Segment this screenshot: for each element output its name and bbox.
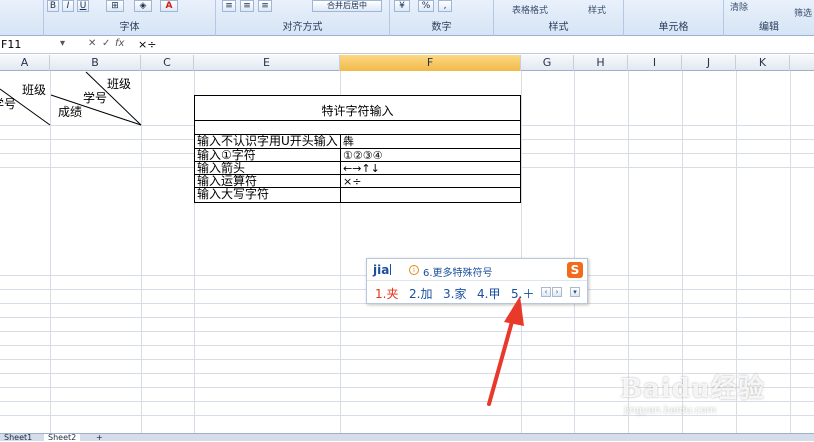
sogou-logo-icon[interactable]: S [567,262,583,278]
table-row-value: ×÷ [343,175,362,188]
align-center-icon: ≡ [243,1,251,11]
font-color-button[interactable]: A [160,0,178,12]
ribbon-group-label: 字体 [119,22,140,33]
ime-candidate[interactable]: 3.家 [443,285,466,302]
align-right-icon: ≡ [261,1,269,11]
font-color-icon: A [165,1,173,11]
cell-b-score: 成绩 [58,105,83,119]
ime-candidate[interactable]: 5.＋ [511,285,534,302]
table-format-button[interactable]: 表格格式 [512,3,548,16]
bold-button[interactable]: B [47,0,59,12]
info-icon: i [409,265,419,275]
ribbon: B I U ⊞ ◈ A 字体 ≡ ≡ ≡ 合并后居中 对齐方式 ¥ % , 数字… [0,0,814,36]
sheet-tab-bar: Sheet1 Sheet2 + [0,433,814,442]
ime-expand-icon[interactable]: ▾ [570,287,580,297]
grid-line [0,359,814,360]
cell-b-class: 班级 [107,77,132,91]
function-icon[interactable]: fx [115,38,124,49]
border-icon: ⊞ [111,1,119,11]
column-header-j[interactable]: J [682,55,736,71]
align-left-button[interactable]: ≡ [222,0,236,12]
cell-a-class: 班级 [22,83,47,97]
clear-button[interactable]: 清除 [730,0,748,13]
ime-prev-page-icon[interactable]: ‹ [541,287,551,297]
table-blank-row [195,121,520,135]
column-header-c[interactable]: C [141,55,194,71]
watermark-sub-text: jingyan.baidu.com [624,405,717,416]
percent-button[interactable]: % [418,0,434,12]
ribbon-group-alignment: ≡ ≡ ≡ 合并后居中 对齐方式 [216,0,390,36]
pinyin-text: jia [373,263,390,277]
merge-center-button[interactable]: 合并后居中 [312,0,382,12]
ribbon-group-label: 单元格 [658,22,689,33]
ime-candidate-window[interactable]: jia i 6.更多特殊符号 S 1.夹 2.加 3.家 4.甲 5.＋ ‹ ›… [366,258,588,304]
ribbon-group-label: 编辑 [759,22,779,33]
dropdown-icon[interactable]: ▾ [60,38,65,49]
cell-a-label: 学号 [0,97,17,111]
column-header-k[interactable]: K [736,55,790,71]
align-center-button[interactable]: ≡ [240,0,254,12]
underline-button[interactable]: U [77,0,89,12]
ribbon-group-label: 数字 [431,22,452,33]
baidu-watermark: Baidu经验 jingyan.baidu.com [620,368,765,416]
text-caret [390,264,392,275]
cell-style-button[interactable]: 样式 [588,3,606,16]
column-header-i[interactable]: I [628,55,682,71]
watermark-main-text: Baidu经验 [620,374,765,404]
special-char-table: 特许字符输入 输入不认识字用U开头输入 犇 输入①字符 ①②③④ 输入箭头 ←→… [194,95,521,203]
currency-icon: ¥ [399,1,405,11]
column-header-a[interactable]: A [0,55,50,71]
ribbon-group-font: B I U ⊞ ◈ A 字体 [44,0,216,36]
table-row-value: ←→↑↓ [343,162,380,175]
table-row[interactable]: 输入大写字符 [195,188,520,202]
table-row-label: 输入大写字符 [197,187,270,201]
fill-color-button[interactable]: ◈ [134,0,152,12]
column-header-f[interactable]: F [340,55,521,71]
formula-input[interactable]: ×÷ [138,38,156,52]
column-header-l[interactable] [790,55,814,71]
ime-candidate[interactable]: 2.加 [409,285,432,302]
column-header-b[interactable]: B [50,55,141,71]
grid-line [0,317,814,318]
ribbon-group-editing: 清除 筛选 编辑 [724,0,814,36]
ime-candidate[interactable]: 1.夹 [375,285,398,302]
column-header-g[interactable]: G [521,55,574,71]
ime-composition-bar: jia i 6.更多特殊符号 S [367,259,587,281]
table-title-row: 特许字符输入 [195,96,520,121]
fill-color-icon: ◈ [139,1,147,11]
table-row[interactable]: 输入不认识字用U开头输入 犇 [195,135,520,149]
column-header-h[interactable]: H [574,55,628,71]
column-headers: A B C E F G H I J K [0,55,814,71]
ribbon-group-cells: 单元格 [624,0,724,36]
table-row-value: ①②③④ [343,149,383,162]
table-row-label: 输入不认识字用U开头输入 [197,134,338,148]
column-header-e[interactable]: E [194,55,340,71]
table-title[interactable]: 特许字符输入 [195,102,520,119]
grid-line [0,345,814,346]
ribbon-group-label: 对齐方式 [282,22,323,33]
ime-pinyin-input[interactable]: jia [373,263,392,277]
ribbon-group-label: 样式 [548,22,569,33]
confirm-icon[interactable]: ✓ [102,38,110,49]
table-row-value: 犇 [343,135,354,148]
currency-button[interactable]: ¥ [394,0,410,12]
ribbon-group-clipboard [0,0,44,36]
ime-candidate[interactable]: 4.甲 [477,285,500,302]
cell-b-student-no: 学号 [83,91,108,105]
cancel-icon[interactable]: ✕ [88,38,96,49]
border-button[interactable]: ⊞ [106,0,124,12]
align-left-icon: ≡ [225,1,233,11]
formula-bar: F11 ▾ ✕ ✓ fx ×÷ [0,36,814,54]
formula-buttons: ▾ ✕ ✓ fx [60,38,130,52]
comma-button[interactable]: , [438,0,452,12]
ribbon-group-number: ¥ % , 数字 [390,0,494,36]
align-right-button[interactable]: ≡ [258,0,272,12]
ime-next-page-icon[interactable]: › [552,287,562,297]
italic-button[interactable]: I [62,0,74,12]
grid-line [0,331,814,332]
ribbon-group-styles: 表格格式 样式 样式 [494,0,624,36]
more-symbols-link[interactable]: 6.更多特殊符号 [423,264,493,279]
